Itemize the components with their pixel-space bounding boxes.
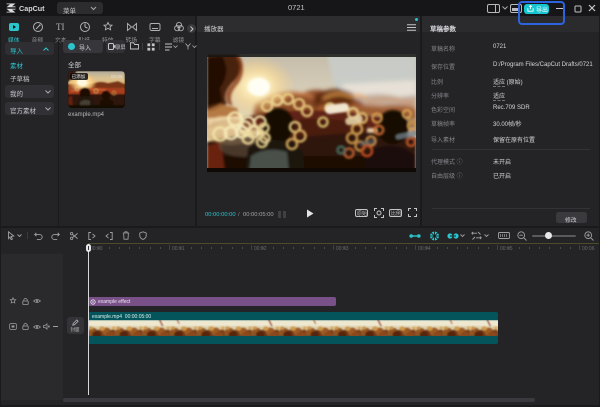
svg-text:比例: 比例 bbox=[391, 210, 401, 217]
svg-text:TI: TI bbox=[56, 22, 65, 32]
svg-text:原始: 原始 bbox=[357, 210, 367, 217]
